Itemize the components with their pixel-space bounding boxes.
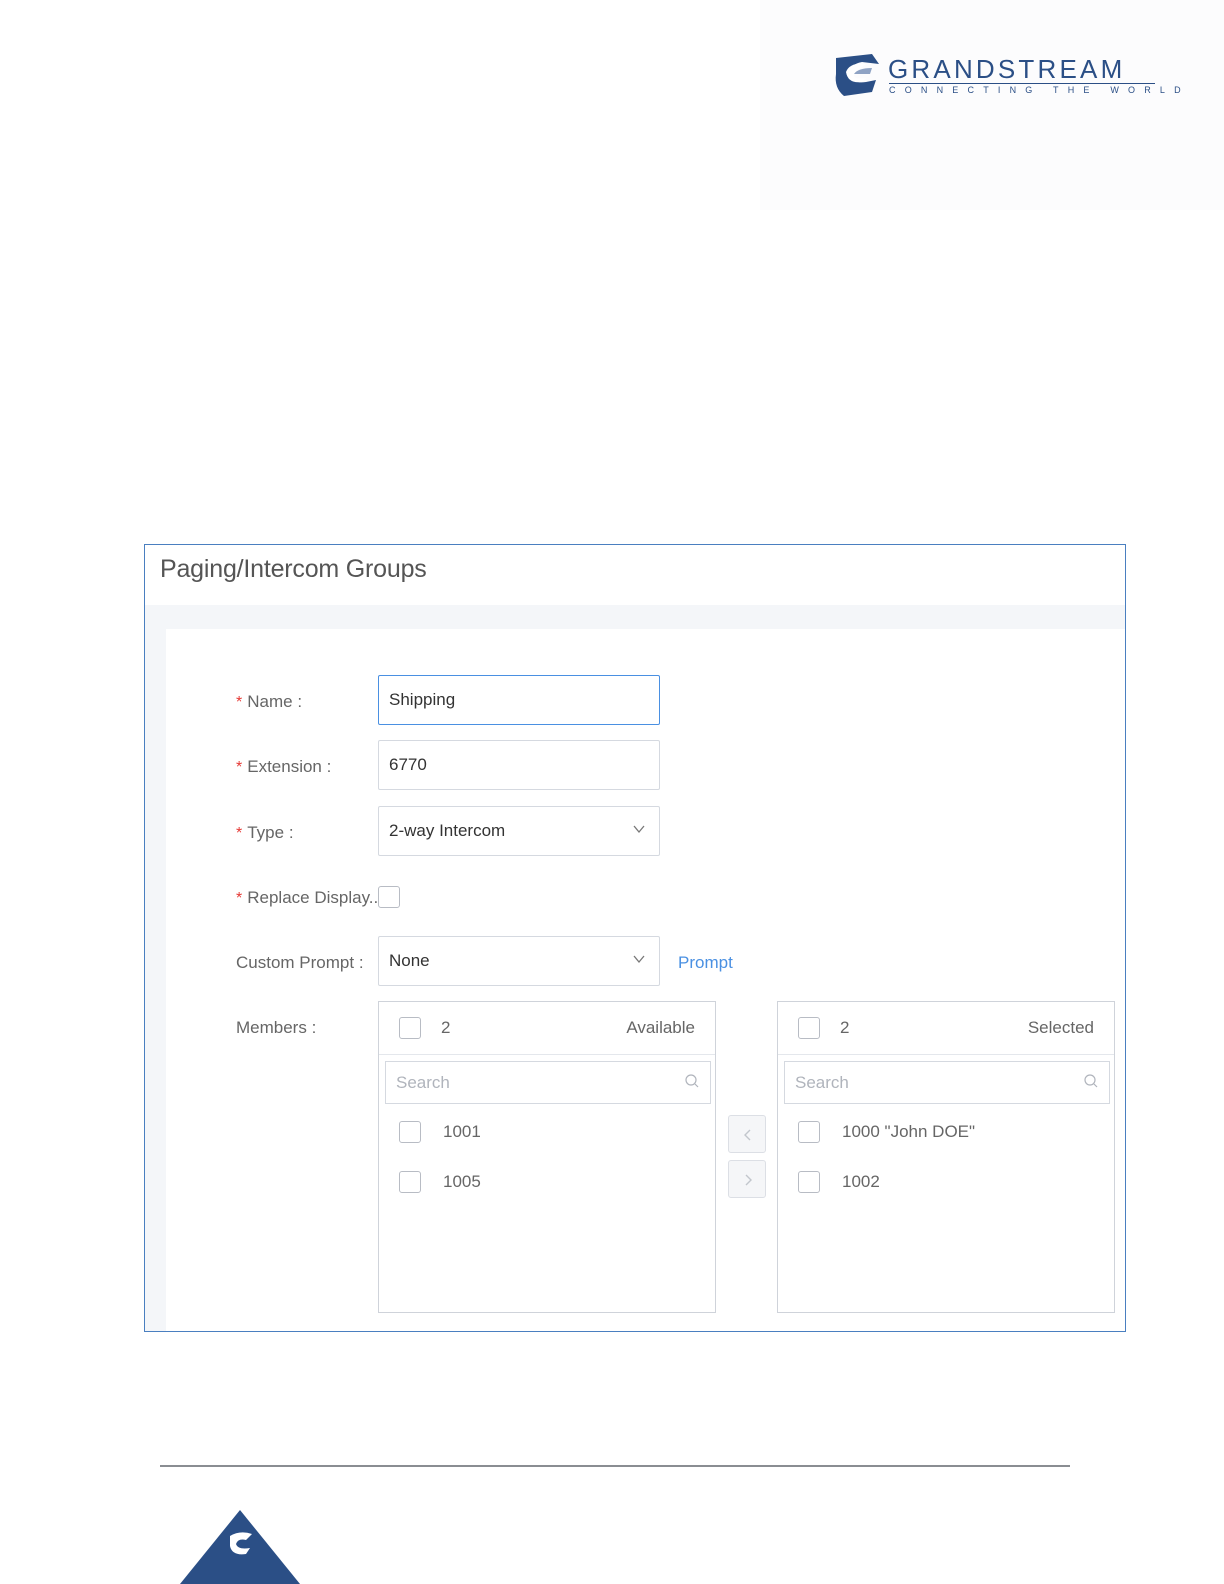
grandstream-logo: GRANDSTREAM CONNECTING THE WORLD: [832, 52, 1181, 102]
chevron-right-icon: [745, 1174, 752, 1186]
available-search-input[interactable]: Search: [385, 1061, 711, 1104]
custom-prompt-select[interactable]: None: [378, 936, 660, 986]
list-item[interactable]: 1005: [443, 1172, 481, 1192]
label-colon: :: [292, 692, 303, 711]
selected-search-placeholder: Search: [795, 1073, 849, 1092]
name-input[interactable]: Shipping: [378, 675, 660, 725]
required-marker: *: [236, 890, 243, 907]
chevron-down-icon: [633, 825, 645, 834]
header-background: [760, 0, 1224, 210]
selected-search-input[interactable]: Search: [784, 1061, 1110, 1104]
form-container: * Name : Shipping * Extension : 6770 * Type…: [166, 629, 1125, 1331]
selected-title: Selected: [1027, 1018, 1094, 1037]
replace-display-label-text: Replace Display...: [247, 888, 383, 907]
paging-intercom-panel: Paging/Intercom Groups * Name : Shipping …: [144, 544, 1126, 1332]
type-select[interactable]: 2-way Intercom: [378, 806, 660, 856]
footer-divider: [160, 1465, 1070, 1467]
type-select-value: 2-way Intercom: [389, 821, 506, 840]
replace-display-checkbox[interactable]: [378, 886, 400, 908]
selected-list-header: 2 Selected: [778, 1002, 1114, 1055]
available-title: Available: [626, 1018, 695, 1037]
label-colon: :: [284, 823, 294, 842]
move-right-button[interactable]: [728, 1160, 766, 1198]
page-title: Paging/Intercom Groups: [160, 555, 427, 583]
list-item[interactable]: 1002: [842, 1172, 880, 1192]
brand-divider: [889, 83, 1155, 84]
custom-prompt-label-text: Custom Prompt: [236, 953, 355, 972]
required-marker: *: [236, 694, 243, 711]
member-checkbox[interactable]: [798, 1171, 820, 1193]
selected-count: 2: [840, 1018, 850, 1037]
selected-members-list: 2 Selected Search 1000 "John DOE" 1002: [777, 1001, 1115, 1313]
required-marker: *: [236, 825, 243, 842]
list-item[interactable]: 1000 "John DOE": [842, 1122, 975, 1142]
replace-display-label: * Replace Display...: [236, 888, 383, 908]
name-label-text: Name: [247, 692, 293, 711]
members-label: Members :: [236, 1018, 316, 1038]
available-list-header: 2 Available: [379, 1002, 715, 1055]
label-colon: :: [306, 1018, 317, 1037]
prompt-link[interactable]: Prompt: [678, 953, 733, 973]
available-count: 2: [441, 1018, 451, 1037]
required-marker: *: [236, 759, 243, 776]
search-icon: [1084, 1074, 1098, 1088]
brand-tagline: CONNECTING THE WORLD: [889, 85, 1190, 95]
extension-label-text: Extension: [247, 757, 322, 776]
grandstream-footer-logo-icon: [180, 1510, 300, 1584]
chevron-left-icon: [744, 1129, 751, 1141]
label-colon: :: [321, 757, 332, 776]
member-checkbox[interactable]: [798, 1121, 820, 1143]
name-label: * Name :: [236, 692, 302, 712]
grandstream-logo-icon: [835, 54, 879, 96]
type-label-text: Type: [247, 823, 285, 842]
selected-select-all-checkbox[interactable]: [798, 1017, 820, 1039]
custom-prompt-value: None: [389, 951, 430, 970]
search-icon: [685, 1074, 699, 1088]
brand-name: GRANDSTREAM: [888, 54, 1126, 84]
member-checkbox[interactable]: [399, 1171, 421, 1193]
extension-label: * Extension :: [236, 757, 331, 777]
members-label-text: Members: [236, 1018, 307, 1037]
available-select-all-checkbox[interactable]: [399, 1017, 421, 1039]
member-checkbox[interactable]: [399, 1121, 421, 1143]
type-label: * Type :: [236, 823, 294, 843]
extension-input[interactable]: 6770: [378, 740, 660, 790]
chevron-down-icon: [633, 955, 645, 964]
move-left-button[interactable]: [728, 1115, 766, 1153]
available-search-placeholder: Search: [396, 1073, 450, 1092]
available-members-list: 2 Available Search 1001 1005: [378, 1001, 716, 1313]
list-item[interactable]: 1001: [443, 1122, 481, 1142]
custom-prompt-label: Custom Prompt :: [236, 953, 364, 973]
label-colon: :: [354, 953, 364, 972]
